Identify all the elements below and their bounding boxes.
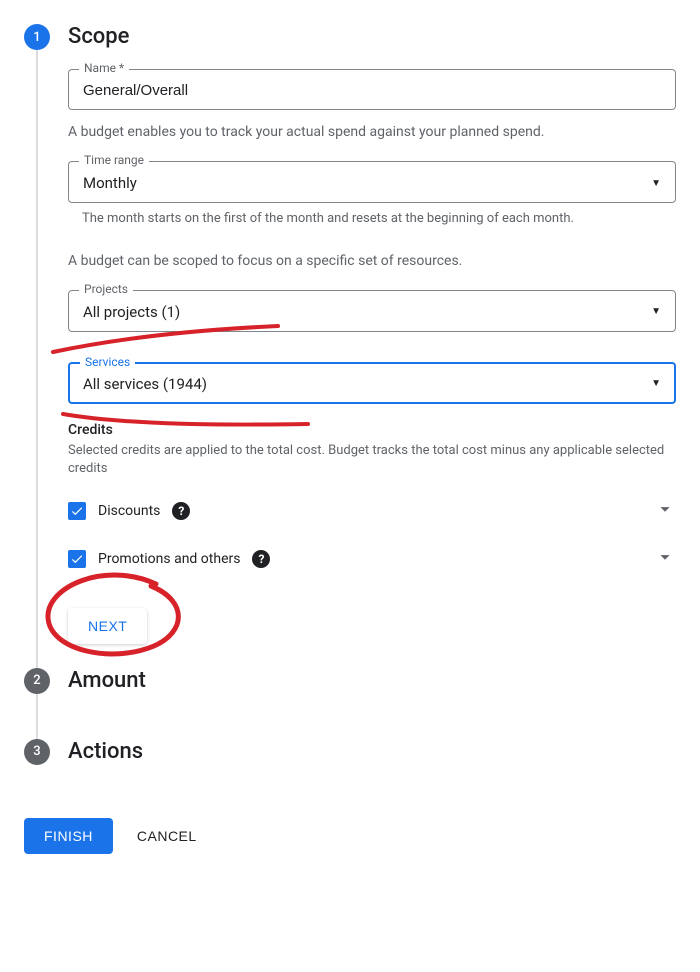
help-icon[interactable]: ? xyxy=(172,502,190,520)
chevron-down-icon: ▼ xyxy=(651,306,661,317)
name-field-container[interactable]: Name * xyxy=(68,69,676,110)
time-range-select[interactable]: Time range Monthly ▼ xyxy=(68,161,676,203)
stepper-connector xyxy=(36,694,38,743)
time-range-label: Time range xyxy=(79,153,149,167)
services-value: All services (1944) xyxy=(83,375,651,393)
next-button[interactable]: NEXT xyxy=(68,608,147,644)
step-scope: 1 Scope Name * A budget enables you to t… xyxy=(24,24,676,668)
discounts-checkbox[interactable] xyxy=(68,502,86,520)
check-icon xyxy=(70,552,84,566)
step-scope-number: 1 xyxy=(24,24,50,50)
chevron-down-icon: ▼ xyxy=(651,178,661,189)
chevron-down-icon: ▼ xyxy=(651,378,661,389)
budget-description: A budget enables you to track your actua… xyxy=(68,122,676,143)
projects-select[interactable]: Projects All projects (1) ▼ xyxy=(68,290,676,332)
step-amount-number: 2 xyxy=(24,668,50,694)
step-actions[interactable]: 3 Actions xyxy=(24,739,676,810)
help-icon[interactable]: ? xyxy=(252,550,270,568)
projects-value: All projects (1) xyxy=(83,303,651,321)
promotions-checkbox[interactable] xyxy=(68,550,86,568)
credits-row-discounts: Discounts ? xyxy=(68,492,676,530)
finish-button[interactable]: FINISH xyxy=(24,818,113,854)
time-range-value: Monthly xyxy=(83,174,651,192)
services-select[interactable]: Services All services (1944) ▼ xyxy=(68,362,676,404)
cancel-button[interactable]: CANCEL xyxy=(137,828,197,844)
step-actions-number: 3 xyxy=(24,739,50,765)
promotions-label: Promotions and others xyxy=(98,551,240,567)
check-icon xyxy=(70,504,84,518)
chevron-down-icon[interactable] xyxy=(654,498,676,524)
step-amount[interactable]: 2 Amount xyxy=(24,668,676,739)
credits-row-promotions: Promotions and others ? xyxy=(68,540,676,578)
name-input[interactable] xyxy=(83,82,661,99)
discounts-label: Discounts xyxy=(98,503,160,519)
step-amount-title: Amount xyxy=(68,668,146,693)
services-label: Services xyxy=(80,355,135,369)
time-range-helper: The month starts on the first of the mon… xyxy=(82,209,676,229)
bottom-action-bar: FINISH CANCEL xyxy=(24,818,676,854)
stepper-connector xyxy=(36,50,38,676)
name-field-label: Name * xyxy=(79,61,129,75)
step-actions-title: Actions xyxy=(68,739,143,764)
credits-heading: Credits xyxy=(68,422,676,438)
chevron-down-icon[interactable] xyxy=(654,546,676,572)
projects-label: Projects xyxy=(79,282,133,296)
scope-description: A budget can be scoped to focus on a spe… xyxy=(68,251,676,272)
step-scope-title: Scope xyxy=(68,24,129,49)
credits-subtext: Selected credits are applied to the tota… xyxy=(68,442,676,478)
